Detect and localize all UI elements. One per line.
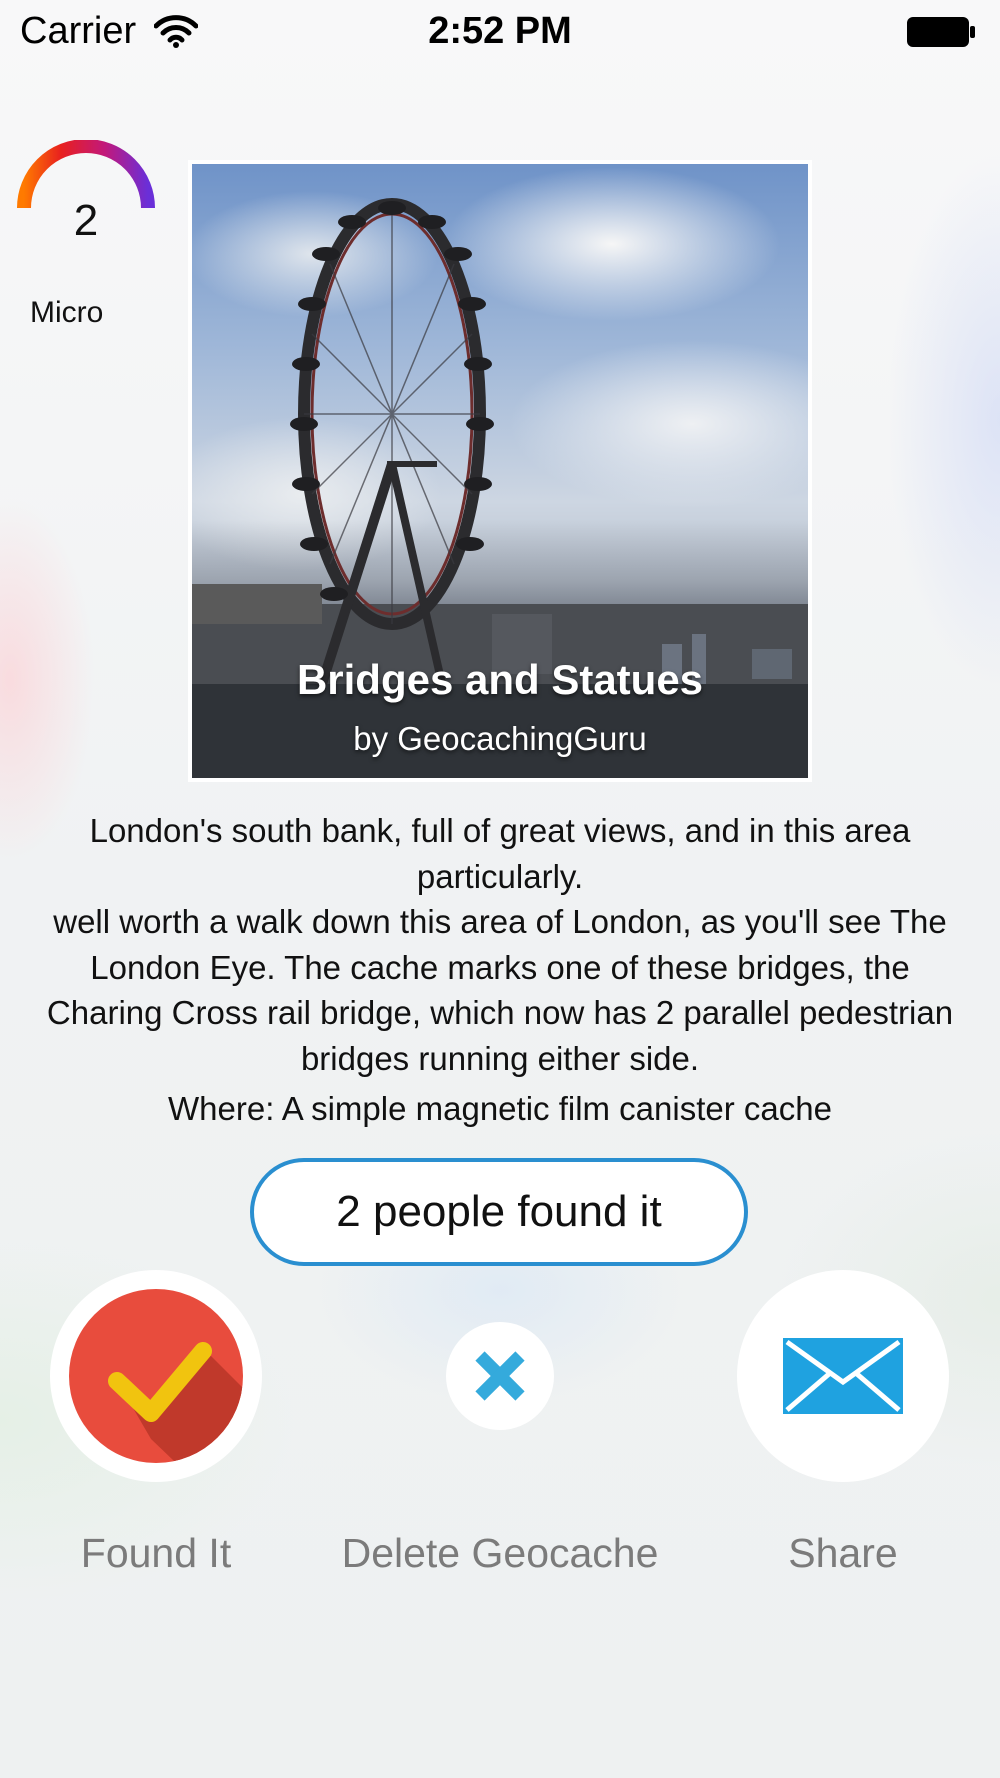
description-line-1: London's south bank, full of great views… [89, 812, 911, 895]
cache-description: London's south bank, full of great views… [30, 808, 970, 1081]
share-label[interactable]: Share [733, 1530, 953, 1577]
difficulty-value: 2 [73, 196, 99, 245]
status-time: 2:52 PM [428, 10, 572, 52]
found-it-button[interactable] [50, 1270, 262, 1482]
found-it-label[interactable]: Found It [40, 1530, 272, 1577]
delete-geocache-button[interactable] [446, 1322, 554, 1430]
cache-where: Where: A simple magnetic film canister c… [168, 1090, 832, 1127]
cache-author: by GeocachingGuru [353, 720, 647, 757]
found-count-label: 2 people found it [336, 1187, 662, 1236]
status-bar: Carrier 2:52 PM [0, 0, 1000, 68]
battery-icon [907, 17, 975, 47]
cache-photo: Bridges and Statues by GeocachingGuru [192, 164, 808, 778]
share-button[interactable] [737, 1270, 949, 1482]
delete-geocache-label[interactable]: Delete Geocache [300, 1530, 700, 1577]
mail-icon [783, 1338, 903, 1414]
close-icon [475, 1351, 525, 1401]
found-count-button[interactable]: 2 people found it [250, 1158, 748, 1266]
checkmark-icon [69, 1289, 243, 1463]
cache-title: Bridges and Statues [296, 656, 704, 703]
cache-photo-card[interactable]: Bridges and Statues by GeocachingGuru [188, 160, 812, 782]
cache-size-label: Micro [30, 296, 104, 329]
description-line-2: well worth a walk down this area of Lond… [46, 903, 954, 1077]
